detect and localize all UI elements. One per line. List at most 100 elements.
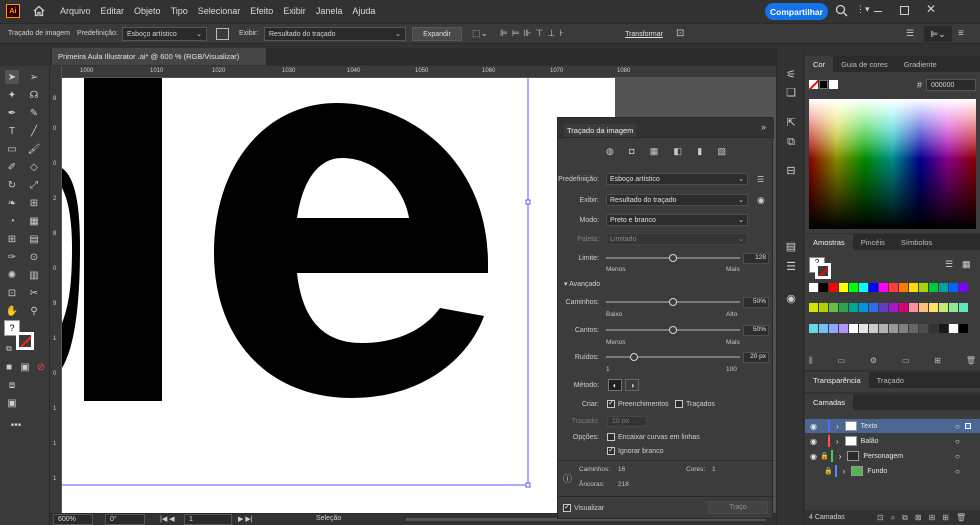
color-swatch[interactable] [949, 283, 958, 292]
color-swatch[interactable] [849, 303, 858, 313]
color-swatch[interactable] [959, 303, 968, 313]
color-swatch[interactable] [929, 303, 938, 313]
color-swatch[interactable] [919, 303, 928, 313]
libraries-icon[interactable]: ❏ [783, 84, 799, 100]
menu-tipo[interactable]: Tipo [171, 6, 188, 16]
layer-row-balao[interactable]: ◉ › Balão ○ [805, 434, 980, 448]
swatches-icon[interactable]: ☰ [783, 258, 799, 274]
color-swatch[interactable] [829, 303, 838, 313]
snap-curves-checkbox[interactable]: Encaixar curvas em linhas [607, 433, 700, 441]
layer-action-icons[interactable]: ⊡⌕⧉⊠⊞⊞🗑 [877, 513, 973, 523]
color-swatch[interactable] [889, 283, 898, 292]
limit-input[interactable]: 128 [743, 252, 769, 264]
color-swatch[interactable] [909, 303, 918, 313]
warp-icon[interactable]: ❧ [5, 196, 19, 210]
color-spectrum[interactable] [809, 99, 976, 229]
maximize-icon[interactable] [900, 6, 909, 15]
free-transform-icon[interactable]: ⊞ [27, 196, 41, 210]
trace-panel-icon[interactable] [216, 28, 229, 40]
slice-icon[interactable]: ✂ [27, 286, 41, 300]
artboard-select[interactable]: 1 [184, 514, 232, 525]
brushes-icon[interactable]: ▤ [783, 238, 799, 254]
color-swatch[interactable] [939, 283, 948, 292]
blend-icon[interactable]: ⊙ [27, 250, 41, 264]
eye-icon[interactable]: ◉ [757, 195, 765, 206]
color-swatch[interactable] [909, 323, 918, 333]
color-swatch[interactable] [929, 283, 938, 292]
none-mode-icon[interactable]: ⊘ [34, 360, 48, 374]
trace-preset-select[interactable]: Esboço artístico ⌄ [606, 173, 748, 185]
chevron-right-icon[interactable]: › [836, 437, 839, 446]
limit-slider[interactable] [606, 254, 740, 262]
zoom-icon[interactable]: ⚲ [27, 304, 41, 318]
black-white-icon[interactable]: ▮ [697, 146, 702, 158]
color-swatch[interactable] [869, 323, 878, 333]
color-swatch[interactable] [839, 283, 848, 292]
tab-transparencia[interactable]: Transparência [805, 372, 869, 388]
eye-icon[interactable]: ◉ [810, 437, 817, 446]
curvature-icon[interactable]: ✎ [27, 106, 41, 120]
swatch-options-icon[interactable]: ⚙ [870, 356, 877, 368]
corners-slider[interactable] [606, 326, 740, 334]
hex-input[interactable]: 000000 [926, 79, 976, 91]
target-icon[interactable]: ○ [955, 437, 960, 446]
selection-handle[interactable] [525, 199, 531, 205]
stroke-swatch[interactable] [16, 332, 34, 350]
color-swatch[interactable] [879, 303, 888, 313]
artboard-icon[interactable]: ⊡ [5, 286, 19, 300]
color-swatch[interactable] [939, 323, 948, 333]
color-swatch[interactable] [899, 283, 908, 292]
layer-name[interactable]: Texto [861, 423, 878, 430]
chevron-right-icon[interactable]: › [839, 452, 842, 461]
color-swatch[interactable] [869, 303, 878, 313]
isolate-icon[interactable]: ⊡ [676, 28, 688, 40]
trace-view-select[interactable]: Resultado do traçado ⌄ [606, 194, 748, 206]
noise-input[interactable]: 20 px [743, 351, 769, 363]
view-select[interactable]: Resultado do traçado ⌄ [264, 27, 406, 41]
eyedropper-icon[interactable]: ✑ [5, 250, 19, 264]
mesh-icon[interactable]: ⊞ [5, 232, 19, 246]
color-swatch[interactable] [829, 283, 838, 292]
shaper-icon[interactable]: ✐ [5, 160, 19, 174]
menu-more-icon[interactable]: ≡ [958, 28, 970, 40]
align-icons[interactable]: ⊫⊨⊪⊤⊥⊦ [500, 28, 610, 40]
tab-camadas[interactable]: Camadas [805, 394, 854, 410]
chevron-right-icon[interactable]: › [843, 467, 846, 476]
paths-slider[interactable] [606, 298, 740, 306]
eye-icon[interactable]: ◉ [810, 452, 817, 461]
grid-view-icon[interactable]: ▦ [962, 259, 971, 270]
target-icon[interactable]: ○ [955, 467, 960, 476]
tab-tracado[interactable]: Traçado [869, 372, 912, 388]
properties-icon[interactable]: ⚟ [783, 66, 799, 82]
selection-indicator-icon[interactable] [965, 423, 971, 429]
corners-slider-knob[interactable] [669, 326, 677, 334]
overlapping-method-icon[interactable]: ◑ [625, 379, 639, 391]
draw-mode-icon[interactable]: ⧈ [5, 378, 19, 392]
lasso-icon[interactable]: ☊ [27, 88, 41, 102]
graph-icon[interactable]: ▥ [27, 268, 41, 282]
active-stroke-swatch[interactable] [815, 263, 831, 279]
rotate-icon[interactable]: ↻ [5, 178, 19, 192]
menu-objeto[interactable]: Objeto [134, 6, 161, 16]
new-swatch-icon[interactable]: ⊞ [934, 356, 941, 368]
menu-editar[interactable]: Editar [101, 6, 125, 16]
strokes-checkbox[interactable]: Traçados [675, 400, 715, 408]
color-swatch[interactable] [949, 323, 958, 333]
transform-button[interactable]: Transformar [622, 27, 666, 41]
gradient-icon[interactable]: ▤ [27, 232, 41, 246]
preview-checkbox[interactable]: Visualizar [563, 502, 604, 512]
color-swatch[interactable] [839, 303, 848, 313]
limit-slider-knob[interactable] [669, 254, 677, 262]
layer-row-fundo[interactable]: 🔒 › Fundo ○ [805, 464, 980, 478]
library-icon[interactable]: ⫼ [809, 356, 813, 368]
selection-handle[interactable] [525, 482, 531, 488]
corners-input[interactable]: 50% [743, 324, 769, 336]
export-icon[interactable]: ⇱ [783, 114, 799, 130]
line-tool-icon[interactable]: ╱ [27, 124, 41, 138]
scale-icon[interactable]: ⤢ [27, 178, 41, 192]
minimize-icon[interactable] [874, 11, 882, 12]
color-swatch[interactable] [829, 323, 838, 333]
high-color-icon[interactable]: ▦ [650, 146, 659, 158]
color-swatch[interactable] [909, 283, 918, 292]
color-swatch[interactable] [939, 303, 948, 313]
